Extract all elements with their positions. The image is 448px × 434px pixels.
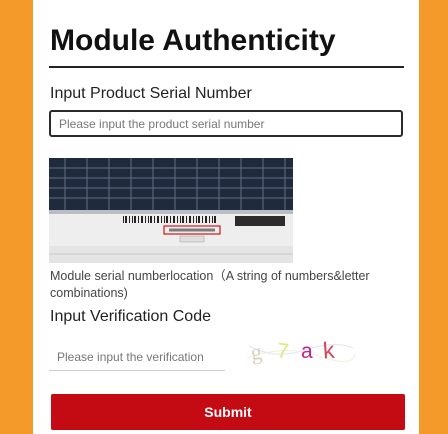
submit-button[interactable]: Submit (51, 394, 405, 430)
serial-number-label: Input Product Serial Number (50, 85, 252, 102)
verification-code-input[interactable] (49, 343, 225, 371)
svg-text:k: k (322, 337, 336, 364)
svg-text:7: 7 (276, 339, 290, 363)
serial-location-helper-text: Module serial numberlocation（A string of… (50, 269, 370, 300)
title-divider (49, 66, 404, 68)
verification-code-label: Input Verification Code (50, 308, 211, 325)
captcha-image[interactable]: g 7 a k (245, 336, 357, 366)
page-title: Module Authenticity (50, 24, 336, 57)
serial-location-image (49, 158, 293, 263)
serial-number-input[interactable] (49, 110, 403, 137)
authenticity-card: Module Authenticity Input Product Serial… (33, 0, 419, 434)
svg-text:a: a (301, 340, 313, 363)
